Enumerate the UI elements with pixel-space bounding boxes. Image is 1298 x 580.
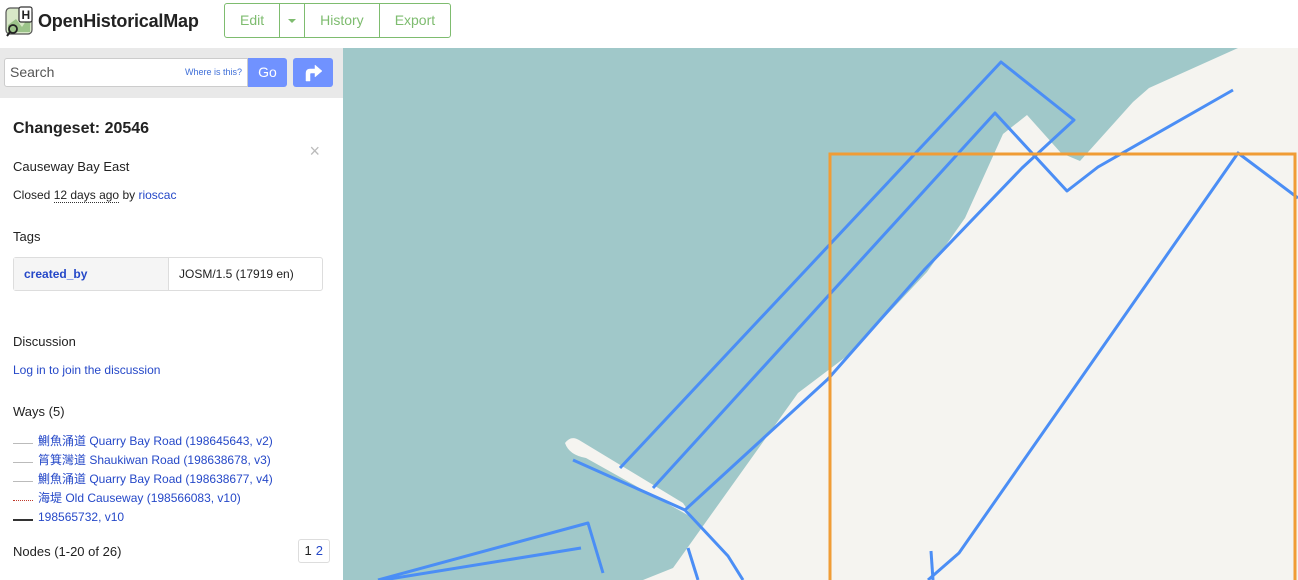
way-swatch [13, 443, 33, 444]
way-item: 筲箕灣道 Shaukiwan Road (198638678, v3) [13, 451, 330, 470]
search-bar: Search Where is this? Go [0, 48, 343, 98]
ways-list: 鰂魚涌道 Quarry Bay Road (198645643, v2) 筲箕灣… [13, 432, 330, 527]
way-item: 鰂魚涌道 Quarry Bay Road (198645643, v2) [13, 432, 330, 451]
svg-text:H: H [22, 8, 31, 22]
brand-title[interactable]: OpenHistoricalMap [38, 11, 199, 32]
nodes-pager: 1 2 [297, 539, 330, 563]
way-swatch [13, 462, 33, 463]
nodes-heading: Nodes (1-20 of 26) [13, 543, 122, 559]
history-button[interactable]: History [305, 4, 380, 37]
pager-page-link[interactable]: 2 [314, 540, 329, 562]
edit-dropdown-caret-icon[interactable] [280, 4, 306, 37]
login-to-discuss-link[interactable]: Log in to join the discussion [13, 363, 160, 377]
changeset-comment: Causeway Bay East [13, 159, 130, 174]
closed-prefix: Closed [13, 188, 51, 202]
way-item: 鰂魚涌道 Quarry Bay Road (198638677, v4) [13, 470, 330, 489]
export-button[interactable]: Export [380, 4, 450, 37]
ohm-logo-icon[interactable]: H [4, 5, 34, 37]
nodes-header-row: Nodes (1-20 of 26) 1 2 [13, 539, 330, 563]
changeset-meta: Closed 12 days ago by rioscac [13, 188, 330, 203]
way-link[interactable]: 198565732, v10 [38, 508, 124, 527]
closed-time: 12 days ago [53, 188, 120, 203]
way-link[interactable]: 鰂魚涌道 Quarry Bay Road (198638677, v4) [38, 470, 273, 489]
top-header: H OpenHistoricalMap Edit History Export [0, 0, 1298, 48]
login-link-row: Log in to join the discussion [13, 363, 330, 377]
tags-heading: Tags [13, 229, 41, 244]
user-link[interactable]: rioscac [138, 188, 176, 202]
go-button[interactable]: Go [248, 58, 287, 87]
by-word: by [122, 188, 136, 202]
way-link[interactable]: 筲箕灣道 Shaukiwan Road (198638678, v3) [38, 451, 271, 470]
way-swatch [13, 481, 33, 482]
tag-row: created_by JOSM/1.5 (17919 en) [13, 257, 323, 291]
search-placeholder: Search [10, 64, 55, 80]
way-outline-8[interactable] [929, 550, 935, 580]
changeset-title: Changeset: 20546 [13, 120, 150, 137]
directions-icon [305, 64, 323, 82]
changeset-panel: Changeset: 20546 × Causeway Bay East Clo… [0, 120, 343, 563]
sidebar: Search Where is this? Go Changeset: 2054… [0, 48, 343, 580]
way-swatch [13, 518, 33, 521]
edit-history-export-group: Edit History Export [224, 3, 452, 38]
map-canvas[interactable] [343, 48, 1298, 580]
close-icon[interactable]: × [309, 141, 320, 162]
ways-heading: Ways (5) [13, 404, 65, 419]
way-link[interactable]: 海堤 Old Causeway (198566083, v10) [38, 489, 241, 508]
way-swatch [13, 500, 33, 501]
discussion-heading: Discussion [13, 334, 76, 349]
pager-page-current: 1 [304, 543, 312, 558]
edit-button[interactable]: Edit [225, 4, 281, 37]
search-input[interactable]: Search Where is this? [4, 58, 248, 87]
where-is-this-link[interactable]: Where is this? [185, 59, 242, 86]
tag-key-link[interactable]: created_by [14, 258, 169, 290]
map-view[interactable] [343, 48, 1298, 580]
way-link[interactable]: 鰂魚涌道 Quarry Bay Road (198645643, v2) [38, 432, 273, 451]
way-item: 海堤 Old Causeway (198566083, v10) [13, 489, 330, 508]
tag-value: JOSM/1.5 (17919 en) [179, 267, 294, 281]
way-item: 198565732, v10 [13, 508, 330, 527]
directions-button[interactable] [293, 58, 333, 87]
